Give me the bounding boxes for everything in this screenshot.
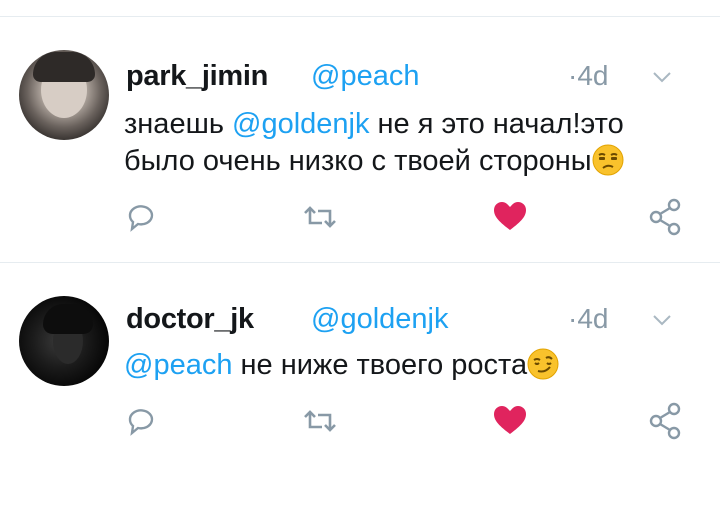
mention-link[interactable]: @goldenjk (232, 108, 369, 140)
heart-icon[interactable] (490, 401, 530, 441)
share-icon[interactable] (646, 401, 686, 441)
tweet-text: @peach не ниже твоего роста (124, 347, 704, 384)
share-icon[interactable] (646, 197, 686, 237)
text-line2: было очень низко с твоей стороны (124, 145, 592, 177)
tweet-actions (0, 197, 720, 237)
unamused-face-icon (592, 144, 624, 176)
tweet-text: знаешь @goldenjk не я это начал!это было… (124, 106, 704, 180)
username[interactable]: doctor_jk (126, 303, 254, 336)
user-handle[interactable]: @goldenjk (311, 303, 448, 336)
retweet-icon[interactable] (300, 197, 340, 237)
time-value: 4d (577, 60, 609, 91)
chevron-down-icon[interactable] (652, 313, 672, 327)
reply-icon[interactable] (122, 401, 162, 441)
smirking-face-icon (527, 348, 559, 380)
text-rest: не я это начал!это (369, 108, 624, 140)
time-value: 4d (577, 303, 609, 334)
retweet-icon[interactable] (300, 401, 340, 441)
heart-icon[interactable] (490, 197, 530, 237)
text-rest: не ниже твоего роста (232, 349, 528, 381)
reply-icon[interactable] (122, 197, 162, 237)
timestamp: ·4d (568, 60, 609, 91)
tweet[interactable]: doctor_jk @goldenjk ·4d @peach не ниже т… (0, 263, 720, 508)
mention-link[interactable]: @peach (124, 349, 232, 381)
tweet-actions (0, 401, 720, 441)
tweet[interactable]: park_jimin @peach ·4d знаешь @goldenjk н… (0, 17, 720, 262)
timestamp: ·4d (568, 303, 609, 334)
username[interactable]: park_jimin (126, 60, 268, 93)
chevron-down-icon[interactable] (652, 70, 672, 84)
avatar[interactable] (19, 296, 109, 386)
user-handle[interactable]: @peach (311, 60, 419, 93)
avatar[interactable] (19, 50, 109, 140)
text-prefix: знаешь (124, 108, 232, 140)
